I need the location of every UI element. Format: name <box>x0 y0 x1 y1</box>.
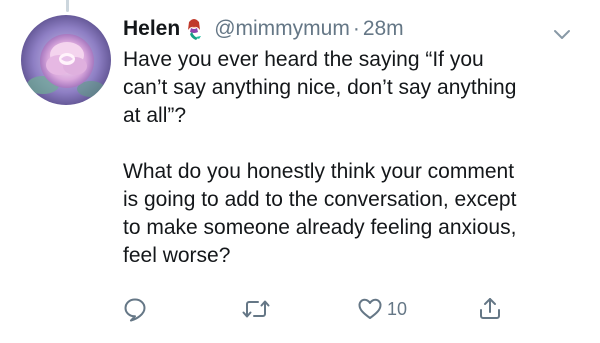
like-button[interactable]: 10 <box>357 294 407 324</box>
separator-dot: · <box>352 17 360 40</box>
share-button[interactable] <box>477 294 503 324</box>
reply-icon <box>124 298 146 322</box>
timestamp[interactable]: 28m <box>363 17 404 41</box>
tweet-header: Helen @mimmymum · 28m <box>123 14 404 44</box>
tweet-paragraph: Have you ever heard the saying “If you c… <box>123 48 517 127</box>
tweet-actions: 10 <box>0 294 600 324</box>
display-name[interactable]: Helen <box>123 17 180 41</box>
rose-avatar-image <box>21 15 111 105</box>
avatar[interactable] <box>21 15 111 105</box>
tweet-paragraph: What do you honestly think your comment … <box>123 160 517 267</box>
retweet-button[interactable] <box>242 294 270 324</box>
retweet-icon <box>242 300 270 318</box>
mermaid-emoji-icon <box>182 17 206 41</box>
tweet-text: Have you ever heard the saying “If you c… <box>123 46 583 270</box>
thread-connector-line <box>66 0 69 12</box>
chevron-down-icon[interactable] <box>550 22 574 46</box>
like-count: 10 <box>387 298 408 319</box>
heart-icon <box>358 298 382 319</box>
reply-button[interactable] <box>122 294 148 324</box>
share-icon <box>480 298 500 319</box>
user-handle[interactable]: @mimmymum <box>214 17 350 41</box>
